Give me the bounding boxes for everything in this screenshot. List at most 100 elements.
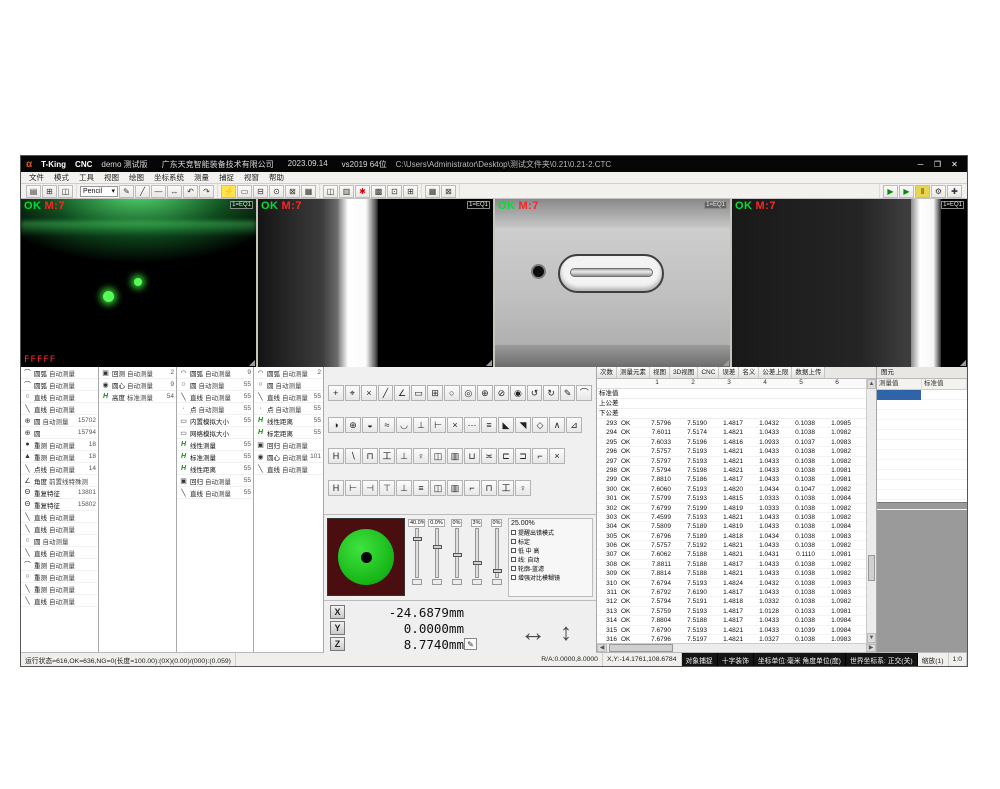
- scroll-up-icon[interactable]: ▲: [867, 379, 876, 389]
- table-row[interactable]: 315OK7.67907.51931.48211.04330.10391.098…: [597, 626, 866, 635]
- table-row[interactable]: 306OK7.57577.51921.48211.04330.10381.098…: [597, 541, 866, 550]
- menu-item[interactable]: 视图: [99, 172, 124, 183]
- list-item[interactable]: ╲直线自动测量55: [254, 391, 323, 403]
- list-item[interactable]: ╲点线自动测量14: [21, 463, 98, 475]
- list-item[interactable]: Θ重复特征13801: [21, 487, 98, 499]
- table-row[interactable]: 298OK7.57947.51981.48211.04330.10381.098…: [597, 466, 866, 475]
- menu-item[interactable]: 绘图: [124, 172, 149, 183]
- checkbox-icon[interactable]: [511, 566, 516, 571]
- measure-tool-button[interactable]: 工: [379, 448, 395, 464]
- measure-tool-button[interactable]: ∖: [345, 448, 361, 464]
- menu-item[interactable]: 坐标系统: [149, 172, 189, 183]
- table-row[interactable]: 314OK7.88047.51881.48171.04330.10381.098…: [597, 616, 866, 625]
- screen-capture-button[interactable]: ◫: [323, 185, 338, 198]
- option-row[interactable]: 标定: [511, 537, 590, 546]
- camera-view-2[interactable]: OKM:7 1=EQ1 ◢: [258, 199, 493, 367]
- scroll-left-icon[interactable]: ◀: [597, 644, 607, 652]
- element-row[interactable]: [877, 410, 967, 420]
- measure-tool-button[interactable]: ≡: [481, 417, 497, 433]
- table-row[interactable]: 295OK7.60337.51961.48161.09330.10371.098…: [597, 438, 866, 447]
- table-row[interactable]: 312OK7.57947.51911.48181.03320.10381.098…: [597, 597, 866, 606]
- table-row[interactable]: 304OK7.58097.51891.48191.04330.10381.098…: [597, 522, 866, 531]
- table-row[interactable]: 313OK7.57597.51931.48171.01280.10331.098…: [597, 607, 866, 616]
- measure-tool-button[interactable]: ⊏: [498, 448, 514, 464]
- measure-tool-button[interactable]: ◥: [515, 417, 531, 433]
- element-row[interactable]: [877, 400, 967, 410]
- status-toggle[interactable]: 对象捕捉: [682, 653, 718, 666]
- resize-handle-icon[interactable]: ◢: [249, 358, 255, 367]
- calibrate-button[interactable]: ✱: [355, 185, 370, 198]
- slider-thumb[interactable]: [493, 569, 502, 573]
- results-tab[interactable]: 测量元素: [617, 367, 650, 378]
- status-toggle[interactable]: 缩放(1): [918, 653, 949, 666]
- channel-toggle[interactable]: [432, 579, 442, 585]
- measure-tool-button[interactable]: ⌐: [464, 480, 480, 496]
- measure-tool-button[interactable]: ⊢: [430, 417, 446, 433]
- measure-tool-button[interactable]: ↺: [527, 385, 543, 401]
- measure-tool-button[interactable]: ◫: [430, 480, 446, 496]
- list-item[interactable]: ⌒圆弧自动测量: [21, 379, 98, 391]
- channel-slider[interactable]: [435, 528, 439, 578]
- element-row[interactable]: [877, 500, 967, 510]
- list-item[interactable]: ▣回测自动测量2: [99, 367, 176, 379]
- list-item[interactable]: ▭网络模拟大小: [177, 427, 253, 439]
- menu-item[interactable]: 捕捉: [214, 172, 239, 183]
- measure-tool-button[interactable]: ✎: [560, 385, 576, 401]
- results-tab[interactable]: 数据上传: [792, 367, 825, 378]
- settings-button[interactable]: ⚙: [931, 185, 946, 198]
- table-row[interactable]: 307OK7.60627.51881.48211.04310.11101.098…: [597, 550, 866, 559]
- pause-program-button[interactable]: ‖: [915, 185, 930, 198]
- measure-tool-button[interactable]: +: [328, 385, 344, 401]
- option-row[interactable]: 轮廓-蓝滤: [511, 564, 590, 573]
- measure-tool-button[interactable]: ∧: [549, 417, 565, 433]
- list-item[interactable]: ·点自动测量55: [177, 403, 253, 415]
- hline-tool-button[interactable]: —: [151, 185, 166, 198]
- element-row[interactable]: [877, 450, 967, 460]
- ring-light-indicator[interactable]: [327, 518, 405, 596]
- save-file-button[interactable]: ◫: [58, 185, 73, 198]
- measure-tool-button[interactable]: ◑: [328, 417, 344, 433]
- scroll-thumb[interactable]: [609, 644, 673, 652]
- channel-slider[interactable]: [415, 528, 419, 578]
- option-row[interactable]: 线: 自动: [511, 555, 590, 564]
- menu-item[interactable]: 工具: [74, 172, 99, 183]
- element-row[interactable]: [877, 480, 967, 490]
- list-item[interactable]: ▣回归自动测量: [254, 439, 323, 451]
- channel-toggle[interactable]: [492, 579, 502, 585]
- table-row[interactable]: 303OK7.45997.51931.48211.04330.10381.098…: [597, 513, 866, 522]
- results-tab[interactable]: 误差: [719, 367, 739, 378]
- list-item[interactable]: ∠角度前置线特殊测: [21, 475, 98, 487]
- measure-tool-button[interactable]: ⋯: [464, 417, 480, 433]
- list-item[interactable]: ○重测自动测量: [21, 571, 98, 583]
- pencil-tool-button[interactable]: ✎: [119, 185, 134, 198]
- resize-handle-icon[interactable]: ◢: [486, 358, 492, 367]
- slider-thumb[interactable]: [453, 553, 462, 557]
- menu-item[interactable]: 文件: [24, 172, 49, 183]
- add-tool-button[interactable]: ✚: [947, 185, 962, 198]
- measure-tool-button[interactable]: ×: [447, 417, 463, 433]
- list-item[interactable]: H标准测量55: [177, 451, 253, 463]
- element-row[interactable]: [877, 430, 967, 440]
- measure-tool-button[interactable]: ×: [361, 385, 377, 401]
- list-item[interactable]: ○圆自动测量: [254, 379, 323, 391]
- list-item[interactable]: ⌒圆弧自动测量: [21, 367, 98, 379]
- tile-view-button[interactable]: ⊞: [403, 185, 418, 198]
- measure-tool-button[interactable]: ⊤: [379, 480, 395, 496]
- measure-tool-button[interactable]: ↻: [543, 385, 559, 401]
- list-item[interactable]: ◠圆弧自动测量2: [254, 367, 323, 379]
- undo-button[interactable]: ↶: [183, 185, 198, 198]
- table-row[interactable]: 299OK7.88107.51861.48171.04330.10381.098…: [597, 475, 866, 484]
- light-control-button[interactable]: ⚡: [221, 185, 236, 198]
- menu-item[interactable]: 帮助: [264, 172, 289, 183]
- list-item[interactable]: ╲直线自动测量: [21, 403, 98, 415]
- list-item[interactable]: ◉圆心自动测量101: [254, 451, 323, 463]
- checkbox-icon[interactable]: [511, 530, 516, 535]
- channel-slider[interactable]: [495, 528, 499, 578]
- measure-tool-button[interactable]: ≈: [379, 417, 395, 433]
- jog-z-icon[interactable]: ↕: [560, 619, 572, 647]
- results-tab[interactable]: 3D视图: [670, 367, 698, 378]
- measure-tool-button[interactable]: ≍: [481, 448, 497, 464]
- measure-tool-button[interactable]: 工: [498, 480, 514, 496]
- measure-tool-button[interactable]: H: [328, 480, 344, 496]
- table-row[interactable]: 308OK7.88117.51881.48171.04330.10381.098…: [597, 560, 866, 569]
